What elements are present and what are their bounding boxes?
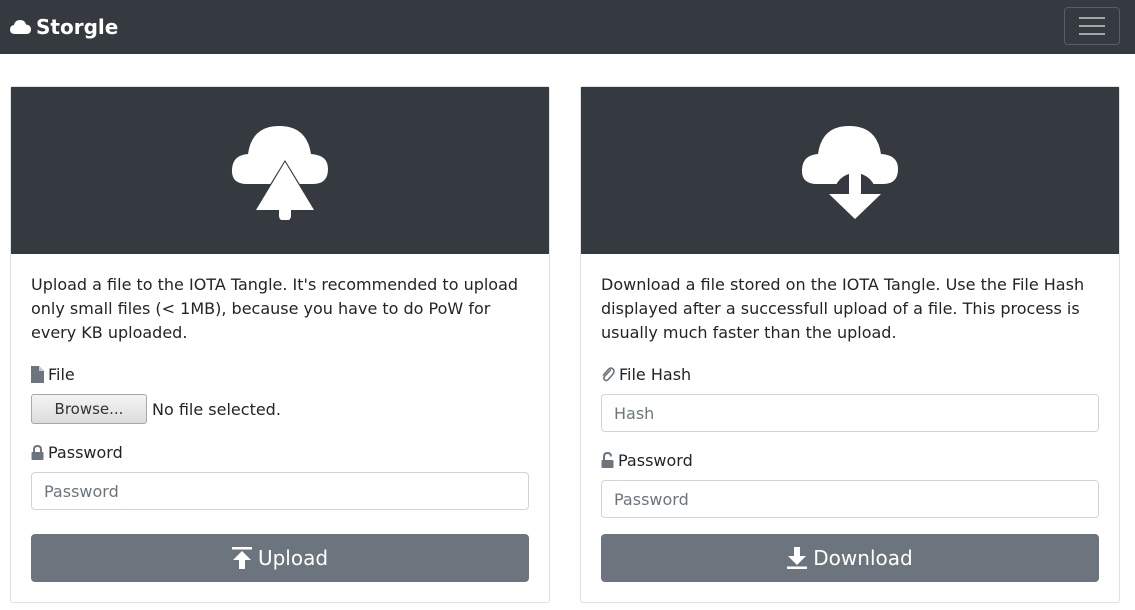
file-status: No file selected. bbox=[152, 399, 281, 419]
download-description: Download a file stored on the IOTA Tangl… bbox=[601, 275, 1085, 342]
brand-name: Storgle bbox=[36, 15, 119, 39]
download-card: Download a file stored on the IOTA Tangl… bbox=[580, 86, 1120, 603]
file-input[interactable]: Browse... No file selected. bbox=[31, 394, 281, 424]
browse-button[interactable]: Browse... bbox=[31, 394, 147, 424]
hamburger-menu-icon bbox=[1079, 17, 1105, 35]
upload-card: Upload a file to the IOTA Tangle. It's r… bbox=[10, 86, 550, 603]
download-password-label: Password bbox=[601, 448, 693, 472]
file-hash-input[interactable] bbox=[601, 394, 1099, 432]
download-password-input[interactable] bbox=[601, 480, 1099, 518]
download-button[interactable]: Download bbox=[601, 534, 1099, 582]
navbar: Storgle bbox=[0, 0, 1135, 54]
upload-password-label: Password bbox=[31, 440, 123, 464]
navbar-toggler-button[interactable] bbox=[1064, 7, 1120, 45]
upload-card-header bbox=[11, 87, 549, 254]
lock-icon bbox=[31, 444, 44, 460]
cloud-download-icon bbox=[801, 125, 898, 220]
paperclip-icon bbox=[602, 366, 615, 381]
unlock-icon bbox=[601, 452, 614, 468]
file-label: File bbox=[31, 362, 75, 386]
cloud-icon bbox=[10, 20, 31, 34]
cloud-upload-icon bbox=[231, 125, 328, 220]
upload-description: Upload a file to the IOTA Tangle. It's r… bbox=[31, 275, 519, 342]
upload-button[interactable]: Upload bbox=[31, 534, 529, 582]
download-arrow-icon bbox=[787, 547, 808, 569]
download-card-header bbox=[581, 87, 1119, 254]
file-icon bbox=[31, 365, 44, 383]
upload-arrow-icon bbox=[231, 547, 252, 569]
brand-link[interactable]: Storgle bbox=[10, 13, 118, 41]
file-hash-label: File Hash bbox=[601, 362, 691, 386]
upload-password-input[interactable] bbox=[31, 472, 529, 510]
